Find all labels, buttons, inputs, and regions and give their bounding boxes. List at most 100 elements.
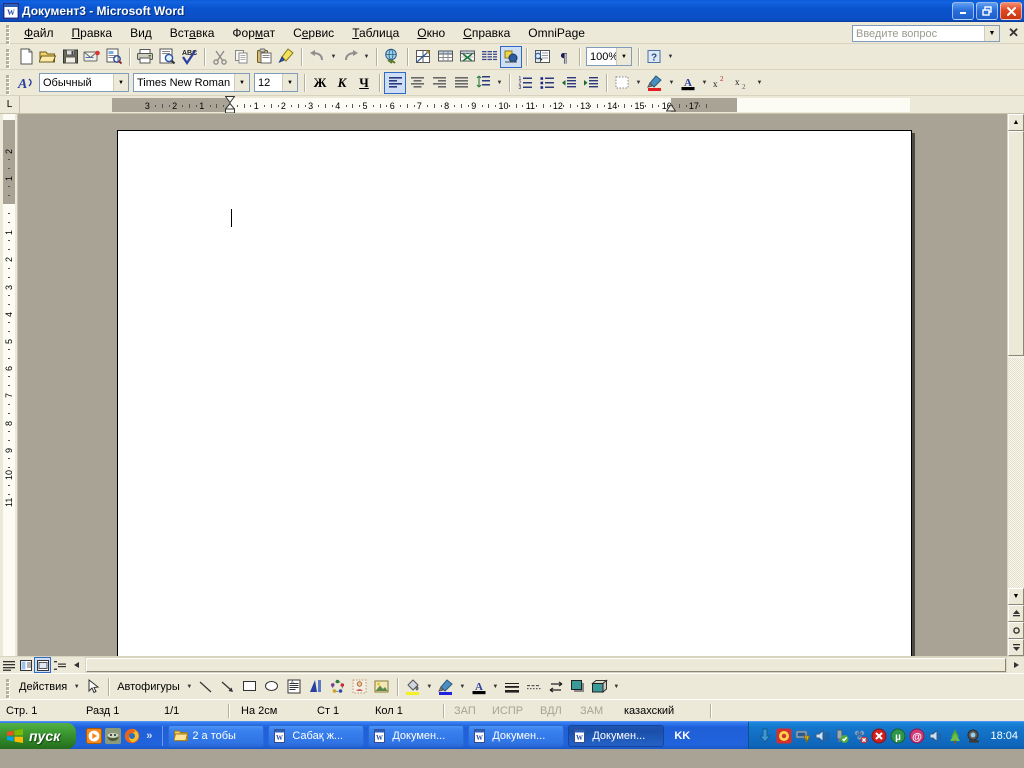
drawing-font-color-dropdown-arrow-icon[interactable]: ▼	[490, 676, 501, 698]
chevron-down-icon[interactable]: ▼	[282, 74, 297, 91]
align-left-icon[interactable]	[384, 71, 406, 94]
menu-insert[interactable]: Вставка	[161, 23, 224, 43]
menu-format[interactable]: Формат	[223, 23, 284, 43]
align-right-icon[interactable]	[428, 72, 450, 94]
insert-picture-tool-icon[interactable]	[371, 676, 393, 698]
firefox-icon[interactable]	[124, 728, 140, 744]
scroll-left-button[interactable]	[68, 657, 85, 673]
save-disk-icon[interactable]	[59, 46, 81, 68]
line-color-icon[interactable]	[435, 676, 457, 698]
hyperlink-globe-icon[interactable]	[381, 46, 403, 68]
text-box-tool-icon[interactable]: A	[283, 676, 305, 698]
autoshapes-label[interactable]: Автофигуры	[113, 681, 184, 693]
minimize-button[interactable]	[952, 2, 974, 20]
normal-view-button[interactable]	[0, 657, 17, 673]
zoom-combo[interactable]: 100% ▼	[586, 47, 632, 66]
menu-file[interactable]: Файл	[15, 23, 63, 43]
print-preview-icon[interactable]	[156, 46, 178, 68]
chevron-down-icon[interactable]: ▼	[984, 26, 999, 41]
drawing-actions-label[interactable]: Действия	[15, 681, 71, 693]
3d-style-icon[interactable]	[589, 676, 611, 698]
winamp-icon[interactable]	[105, 727, 122, 744]
speaker-icon[interactable]	[928, 728, 944, 744]
search-file-icon[interactable]	[103, 46, 125, 68]
clip-art-tool-icon[interactable]	[349, 676, 371, 698]
vertical-scroll-track[interactable]	[1008, 131, 1024, 588]
oval-tool-icon[interactable]	[261, 676, 283, 698]
line-spacing-dropdown-arrow-icon[interactable]: ▼	[494, 72, 505, 94]
decrease-indent-icon[interactable]	[558, 72, 580, 94]
taskbar-item-word-3[interactable]: W Докумен...	[468, 724, 565, 747]
rectangle-tool-icon[interactable]	[239, 676, 261, 698]
numbered-list-icon[interactable]: 123	[514, 72, 536, 94]
wordart-tool-icon[interactable]	[305, 676, 327, 698]
antivirus-shield-icon[interactable]	[776, 728, 792, 744]
start-button[interactable]: пуск	[0, 722, 77, 749]
paste-clipboard-icon[interactable]	[253, 46, 275, 68]
formatting-toolbar-gripper[interactable]	[3, 74, 12, 94]
download-arrow-icon[interactable]	[757, 728, 773, 744]
tab-stop-selector[interactable]: L	[0, 96, 20, 113]
status-ext[interactable]: ВДЛ	[534, 705, 574, 717]
borders-dropdown-arrow-icon[interactable]: ▼	[633, 72, 644, 94]
arrow-tool-icon[interactable]	[217, 676, 239, 698]
menu-view[interactable]: Вид	[121, 23, 161, 43]
fill-color-dropdown-arrow-icon[interactable]: ▼	[424, 676, 435, 698]
menu-omnipage[interactable]: OmniPage	[519, 23, 594, 43]
status-rec[interactable]: ЗАП	[444, 705, 486, 717]
diagram-tool-icon[interactable]	[327, 676, 349, 698]
horizontal-ruler[interactable]: L 3 2 1 1 2 3 4 5 6 7 8 9 10 11 12 13 14 15 16 17	[0, 96, 1024, 114]
scroll-right-button[interactable]	[1007, 657, 1024, 673]
drawing-font-color-icon[interactable]: A	[468, 676, 490, 698]
line-color-dropdown-arrow-icon[interactable]: ▼	[457, 676, 468, 698]
document-page[interactable]	[117, 130, 912, 656]
font-color-icon[interactable]: A	[677, 72, 699, 94]
toolbar-options-arrow-icon[interactable]: ▼	[665, 46, 676, 68]
select-browse-object-button[interactable]	[1008, 622, 1024, 639]
scroll-down-button[interactable]: ▼	[1008, 588, 1024, 605]
network-warning-icon[interactable]: !	[795, 728, 811, 744]
right-indent-marker[interactable]	[665, 104, 676, 112]
email-envelope-icon[interactable]	[81, 46, 103, 68]
hanging-indent-marker[interactable]	[225, 103, 235, 113]
styles-and-formatting-icon[interactable]: A	[15, 72, 37, 94]
ask-a-question-box[interactable]: Введите вопрос ▼	[852, 25, 1000, 42]
menu-window[interactable]: Окно	[408, 23, 454, 43]
close-button[interactable]	[1000, 2, 1022, 20]
horizontal-scroll-thumb[interactable]	[86, 658, 1006, 672]
cut-scissors-icon[interactable]	[209, 46, 231, 68]
line-spacing-icon[interactable]	[472, 72, 494, 94]
next-page-button[interactable]	[1008, 639, 1024, 656]
align-center-icon[interactable]	[406, 72, 428, 94]
chevron-down-icon[interactable]: ▼	[113, 74, 128, 91]
clock[interactable]: 18:04	[985, 730, 1018, 742]
italic-button[interactable]: К	[331, 72, 353, 94]
font-combo[interactable]: Times New Roman ▼	[133, 73, 250, 92]
shadow-style-icon[interactable]	[567, 676, 589, 698]
print-layout-view-button[interactable]	[34, 657, 51, 673]
taskbar-item-word-2[interactable]: W Докумен...	[368, 724, 465, 747]
highlight-color-dropdown-arrow-icon[interactable]: ▼	[666, 72, 677, 94]
vertical-scrollbar[interactable]: ▲ ▼	[1007, 114, 1024, 656]
arrow-style-icon[interactable]	[545, 676, 567, 698]
menu-tools[interactable]: Сервис	[284, 23, 343, 43]
document-map-icon[interactable]	[531, 46, 553, 68]
font-size-combo[interactable]: 12 ▼	[254, 73, 298, 92]
font-color-dropdown-arrow-icon[interactable]: ▼	[699, 72, 710, 94]
formatting-toolbar-options-arrow-icon[interactable]: ▼	[754, 72, 765, 94]
copy-pages-icon[interactable]	[231, 46, 253, 68]
borders-icon[interactable]	[611, 72, 633, 94]
show-formatting-marks-icon[interactable]: ¶	[553, 46, 575, 68]
drawing-toggle-icon[interactable]	[500, 45, 522, 68]
fill-color-icon[interactable]	[402, 676, 424, 698]
security-alert-icon[interactable]	[871, 728, 887, 744]
open-folder-icon[interactable]	[37, 46, 59, 68]
align-justify-icon[interactable]	[450, 72, 472, 94]
menu-help[interactable]: Справка	[454, 23, 519, 43]
volume-icon[interactable]	[814, 728, 831, 744]
webcam-icon[interactable]	[966, 728, 982, 744]
new-document-icon[interactable]	[15, 46, 37, 68]
drawing-toolbar-gripper[interactable]	[3, 678, 12, 698]
status-trk[interactable]: ИСПР	[486, 705, 534, 717]
menu-gripper[interactable]	[3, 24, 12, 44]
